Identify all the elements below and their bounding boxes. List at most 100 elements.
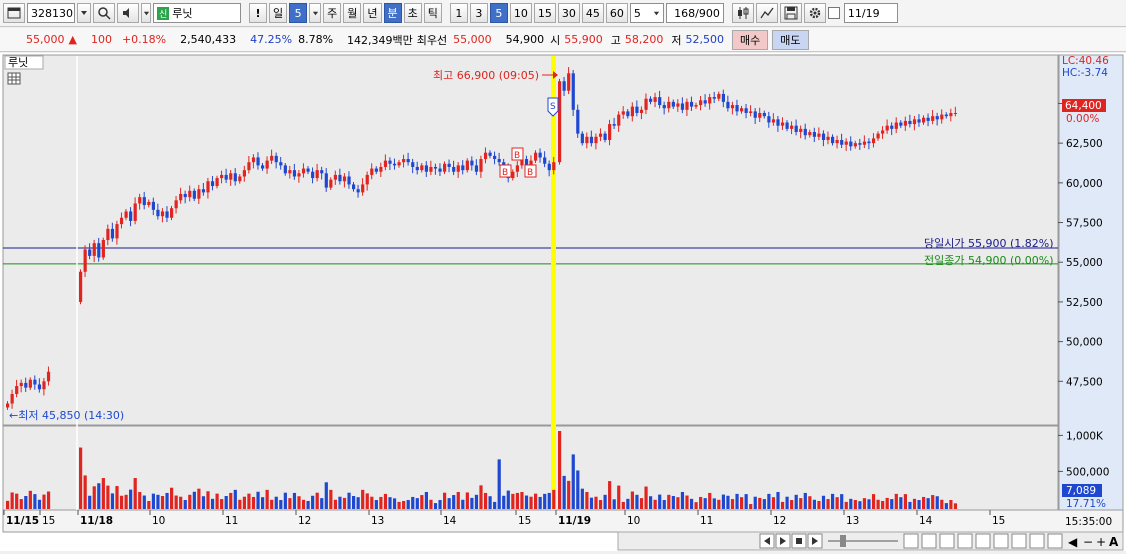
speaker-icon[interactable] (117, 3, 139, 23)
zoom-slider-handle[interactable] (840, 535, 846, 547)
volume-bar (306, 500, 310, 509)
period-minute-button[interactable]: 분 (383, 3, 402, 23)
candle-body (730, 105, 735, 109)
volume-bar (288, 498, 292, 509)
x-tick-label: 15 (42, 515, 55, 527)
volume-tick-label: 500,000 (1066, 466, 1109, 478)
candle-type-icon[interactable] (731, 3, 754, 23)
candle-body (699, 100, 703, 106)
fit-button[interactable] (939, 533, 955, 549)
volume-bar (885, 497, 889, 509)
candle-body (488, 152, 492, 156)
stock-code-input[interactable]: 328130 (27, 3, 75, 23)
alert-button[interactable]: ! (249, 3, 267, 23)
volume-bar (653, 499, 657, 509)
sell-button[interactable]: 매도 (772, 29, 809, 50)
volume-bar (133, 478, 137, 509)
interval-30-button[interactable]: 30 (557, 3, 580, 23)
link-button[interactable] (1011, 533, 1027, 549)
candle-body (511, 171, 515, 179)
volume-bar (379, 496, 383, 509)
interval-60-button[interactable]: 60 (605, 3, 628, 23)
candle-body (712, 97, 716, 99)
candle-body (844, 141, 848, 145)
window-icon[interactable] (3, 3, 25, 23)
interval-1-button[interactable]: 1 (449, 3, 468, 23)
volume-bar (903, 494, 907, 509)
candle-body (329, 179, 333, 188)
search-chart-button[interactable] (1047, 533, 1063, 549)
period-year-button[interactable]: 년 (363, 3, 382, 23)
collapse-icon[interactable]: ◀ (1068, 535, 1078, 549)
stock-name-field[interactable]: 신 루닛 (153, 3, 241, 23)
interval-10-button[interactable]: 10 (509, 3, 532, 23)
zoom-out-button[interactable] (903, 533, 919, 549)
period-tick-button[interactable]: 틱 (423, 3, 442, 23)
candle-body (292, 170, 297, 177)
period-week-button[interactable]: 주 (323, 3, 342, 23)
draw-tool-icon[interactable] (755, 3, 778, 23)
date-input[interactable]: 11/19 (843, 3, 898, 23)
interval-3-button[interactable]: 3 (469, 3, 488, 23)
search-icon[interactable] (93, 3, 115, 23)
period-5-button[interactable]: 5 (289, 3, 308, 23)
volume-bar (694, 502, 698, 509)
candle-body (311, 171, 315, 179)
scroll-bar[interactable]: ◀ − + A (617, 531, 1124, 551)
candle-body (424, 165, 428, 172)
candle-body (547, 163, 551, 171)
volume-bar (320, 498, 324, 509)
volume-bar (292, 492, 297, 509)
candle-body (803, 128, 807, 136)
candle-body (721, 93, 725, 102)
period-second-button[interactable]: 초 (403, 3, 422, 23)
candle-body (443, 163, 447, 172)
ruler-button[interactable] (957, 533, 973, 549)
minus-icon[interactable]: − (1083, 535, 1093, 549)
volume-bar (506, 490, 510, 509)
interval-5-button[interactable]: 5 (489, 3, 508, 23)
interval-15-button[interactable]: 15 (533, 3, 556, 23)
plus-icon[interactable]: + (1096, 535, 1106, 549)
period-dropdown-icon[interactable] (309, 3, 322, 23)
candle-body (188, 190, 192, 198)
grid-icon[interactable] (7, 72, 21, 85)
candle-body (680, 103, 685, 110)
save-icon[interactable] (779, 3, 802, 23)
font-size-icon[interactable]: A (1109, 535, 1119, 549)
candle-body (812, 132, 816, 137)
bars-count-input[interactable]: 168/900 (665, 3, 724, 23)
candle-body (767, 116, 771, 123)
count-select[interactable]: 5 (629, 3, 664, 23)
volume-bar (835, 497, 839, 509)
zoom-in-button[interactable] (921, 533, 937, 549)
period-day-button[interactable]: 일 (269, 3, 288, 23)
candle-body (265, 160, 269, 169)
candle-body (571, 73, 575, 110)
volume-bar (858, 501, 862, 509)
date-checkbox[interactable] (827, 7, 840, 19)
candle-body (753, 111, 757, 118)
candle-body (165, 211, 169, 218)
settings-button[interactable] (1029, 533, 1045, 549)
x-tick-label: 15 (518, 515, 531, 527)
candle-body (703, 100, 707, 104)
gear-icon[interactable] (803, 3, 826, 23)
candle-body (374, 168, 378, 172)
sound-dropdown-icon[interactable] (141, 3, 151, 23)
volume-bar (179, 496, 183, 509)
buy-button[interactable]: 매수 (732, 29, 769, 50)
open-line-label: 당일시가 55,900 (1.82%) (924, 236, 1054, 250)
crosshair-button[interactable] (993, 533, 1009, 549)
volume-bar (576, 470, 580, 509)
cursor-button[interactable] (975, 533, 991, 549)
candle-body (858, 143, 862, 145)
period-month-button[interactable]: 월 (343, 3, 362, 23)
code-dropdown-icon[interactable] (77, 3, 91, 23)
interval-45-button[interactable]: 45 (581, 3, 604, 23)
candle-body (917, 119, 921, 123)
x-tick-label: 11/19 (558, 515, 591, 527)
price-tick-label: 55,000 (1066, 257, 1103, 269)
price-chart[interactable]: BBBS 65,00062,50060,00057,50055,00052,50… (0, 53, 1126, 551)
chart-area: BBBS 65,00062,50060,00057,50055,00052,50… (0, 53, 1126, 551)
